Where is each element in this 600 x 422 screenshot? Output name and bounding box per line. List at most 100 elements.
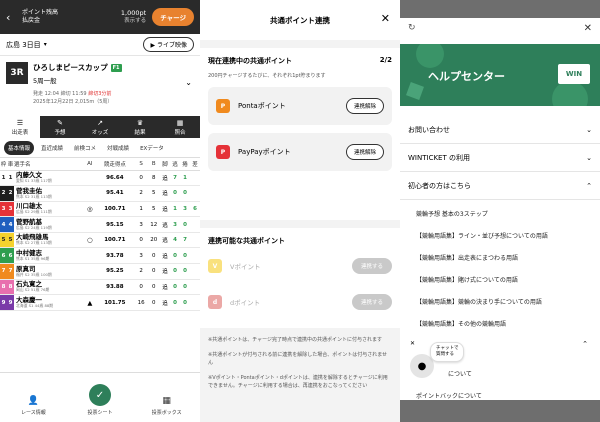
nige-count: 3	[170, 216, 181, 233]
race-selector[interactable]: 広島 3日目 ▾ ▶ ライブ映像	[0, 34, 200, 56]
available-row-d: d dポイント 連携する	[208, 286, 392, 318]
ponta-logo-icon: P	[216, 99, 230, 113]
leg-type: 追	[160, 201, 171, 218]
help-link[interactable]: 競輪予想 基本の3ステップ	[400, 202, 600, 224]
ai-mark	[84, 170, 95, 187]
chat-widget[interactable]: ✕ ● チャットで 質問する	[410, 340, 465, 378]
s-count: 3	[134, 216, 148, 233]
tab-odds[interactable]: ↗ オッズ	[80, 116, 120, 138]
player-cell: 大森慶一 北海道 S1 44歳 88期	[14, 294, 85, 311]
player-info: 熊本 S1 35歳 96期	[16, 256, 50, 262]
unlink-button[interactable]: 連携解除	[345, 98, 384, 114]
subtab-basic[interactable]: 基本情報	[4, 140, 35, 155]
help-center-screen: ↻ ✕ ヘルプセンター WIN お問い合わせ ⌄ WINTICKET の利用 ⌄…	[400, 0, 600, 422]
subtab-matchup[interactable]: 対戦成績	[103, 141, 133, 155]
table-row[interactable]: 4 4 菅野航基 広島 S2 24歳 119期 95.15 3 12 逃 3 0	[0, 216, 200, 233]
subtab-recent[interactable]: 直近成績	[37, 141, 67, 155]
help-link[interactable]: 【競輪用語集】賭け式についての用語	[400, 268, 600, 290]
balance[interactable]: 1,000pt 表示する	[121, 9, 146, 25]
close-icon[interactable]: ✕	[410, 340, 415, 347]
category-usage[interactable]: WINTICKET の利用 ⌄	[400, 144, 600, 172]
close-icon[interactable]: ✕	[584, 23, 592, 34]
table-row[interactable]: 5 5 大崎飛雄馬 熊本 S2 27歳 113期 ○ 100.71 0 20 逃 4 7	[0, 232, 200, 249]
category-beginner[interactable]: 初心者の方はこちら ⌃	[400, 172, 600, 200]
leg-type: 追	[160, 170, 171, 187]
player-cell: 原真司 福井 S2 35歳 100期	[14, 263, 85, 280]
category-contact[interactable]: お問い合わせ ⌄	[400, 116, 600, 144]
race-score: 95.25	[94, 263, 135, 280]
race-number: 3R	[6, 62, 28, 84]
balance-show: 表示する	[124, 18, 147, 24]
ai-mark: ○	[84, 232, 95, 249]
linked-count: 2/2	[379, 56, 392, 64]
race-info[interactable]: 3R ひろしまピースカップ F1 5周一般 発走 12:04 締切 11:59 …	[0, 56, 200, 116]
table-row[interactable]: 6 6 中村健志 熊本 S1 35歳 96期 93.78 3 0 追 0 0	[0, 247, 200, 265]
close-alert: 締切3分前	[88, 91, 112, 97]
car-number: 9	[7, 294, 14, 311]
chat-line-2: 質問する	[436, 352, 454, 357]
table-row[interactable]: 8 8 石丸寛之 岡山 S2 51歳 76期 93.88 0 0 追 0 0	[0, 279, 200, 296]
help-header: ↻ ✕	[400, 18, 600, 38]
tab-results[interactable]: ♛ 結果	[120, 116, 160, 138]
subtab-comment[interactable]: 前検コメ	[70, 141, 100, 155]
live-video-button[interactable]: ▶ ライブ映像	[143, 37, 194, 52]
section-title: 現在連携中の共通ポイント	[208, 57, 292, 65]
modal-title: 共通ポイント連携	[270, 15, 330, 25]
paypay-logo-icon: P	[216, 145, 230, 159]
help-link[interactable]: 【競輪用語集】その他の競輪用語	[400, 312, 600, 334]
overlay-bottom	[400, 400, 600, 422]
unlink-button[interactable]: 連携解除	[345, 144, 384, 160]
col-makuri: 捲	[180, 158, 190, 171]
ai-mark	[84, 185, 95, 202]
help-link[interactable]: 【競輪用語集】競輪の決まり手についての用語	[400, 290, 600, 312]
b-count: 0	[147, 294, 161, 311]
help-link[interactable]: 【競輪用語集】出走表にまつわる用語	[400, 246, 600, 268]
table-row[interactable]: 9 9 大森慶一 北海道 S1 44歳 88期 ▲ 101.75 16 0 追 0 0	[0, 294, 200, 311]
chat-bubble[interactable]: チャットで 質問する	[430, 342, 465, 362]
link-button[interactable]: 連携する	[351, 294, 392, 310]
link-button[interactable]: 連携する	[351, 258, 392, 274]
close-icon[interactable]: ✕	[381, 12, 390, 25]
leg-type: 追	[160, 263, 171, 280]
nav-bet-box[interactable]: ▦ 投票ボックス	[133, 373, 200, 422]
makuri-count: 1	[180, 170, 190, 187]
help-link[interactable]: 【競輪用語集】ライン・並び予想についての用語	[400, 224, 600, 246]
table-row[interactable]: 7 7 原真司 福井 S2 35歳 100期 95.25 2 0 追 0 0	[0, 263, 200, 280]
tab-prediction[interactable]: ✎ 予想	[40, 116, 80, 138]
nige-count: 4	[170, 232, 181, 249]
tab-check[interactable]: ▦ 照合	[160, 116, 200, 138]
entry-table: 枠 車 選手名 AI 競走得点 S B 脚 逃 捲 差 1 1 内藤久文 愛知 S1 …	[0, 158, 200, 311]
b-count: 0	[147, 247, 161, 265]
ai-mark: ▲	[84, 294, 95, 311]
player-info: 北海道 S1 44歳 88期	[16, 302, 54, 308]
refresh-icon[interactable]: ↻	[408, 23, 416, 33]
race-score: 95.41	[94, 185, 135, 202]
leg-type: 逃	[160, 216, 171, 233]
race-score: 93.78	[94, 247, 135, 265]
subtab-exdata[interactable]: EXデータ	[136, 141, 168, 155]
sashi-count	[189, 216, 200, 233]
back-icon[interactable]: ‹	[6, 11, 18, 24]
points-label: ポイント残高	[22, 9, 59, 16]
payment-label: 払戻金	[22, 17, 41, 24]
chevron-up-icon[interactable]: ⌃	[582, 340, 588, 348]
table-row[interactable]: 2 2 菅我圭佑 熊本 S2 31歳 113期 95.41 2 5 追 0 0	[0, 185, 200, 202]
makuri-count: 3	[180, 201, 190, 218]
nav-race-info[interactable]: 👤 レース情報	[0, 373, 67, 422]
section-header: 現在連携中の共通ポイント 2/2	[208, 56, 392, 66]
player-cell: 石丸寛之 岡山 S2 51歳 76期	[14, 279, 85, 296]
makuri-count: 0	[180, 294, 190, 311]
tab-entries[interactable]: ☰ 出走表	[0, 116, 40, 138]
charge-button[interactable]: チャージ	[152, 8, 194, 26]
race-score: 101.75	[94, 294, 135, 311]
table-row[interactable]: 1 1 内藤久文 愛知 S1 33歳 117期 96.64 0 8 追 7 1	[0, 170, 200, 187]
notes: ※共通ポイントは、チャージ完了時点で連携中の共通ポイントに付与されます ※共通ポ…	[200, 328, 400, 405]
s-count: 1	[134, 201, 148, 218]
makuri-count: 7	[180, 232, 190, 249]
nav-bet-sheet[interactable]: ✓ 投票シート	[67, 373, 134, 422]
b-count: 5	[147, 185, 161, 202]
table-row[interactable]: 3 3 川口雄太 広島 S2 29歳 111期 ◎ 100.71 1 5 追 1 3 6	[0, 201, 200, 218]
chevron-down-icon[interactable]: ⌄	[185, 78, 192, 87]
top-bar: ‹ ポイント残高 払戻金 1,000pt 表示する チャージ	[0, 0, 200, 34]
trophy-icon: ♛	[136, 118, 144, 127]
